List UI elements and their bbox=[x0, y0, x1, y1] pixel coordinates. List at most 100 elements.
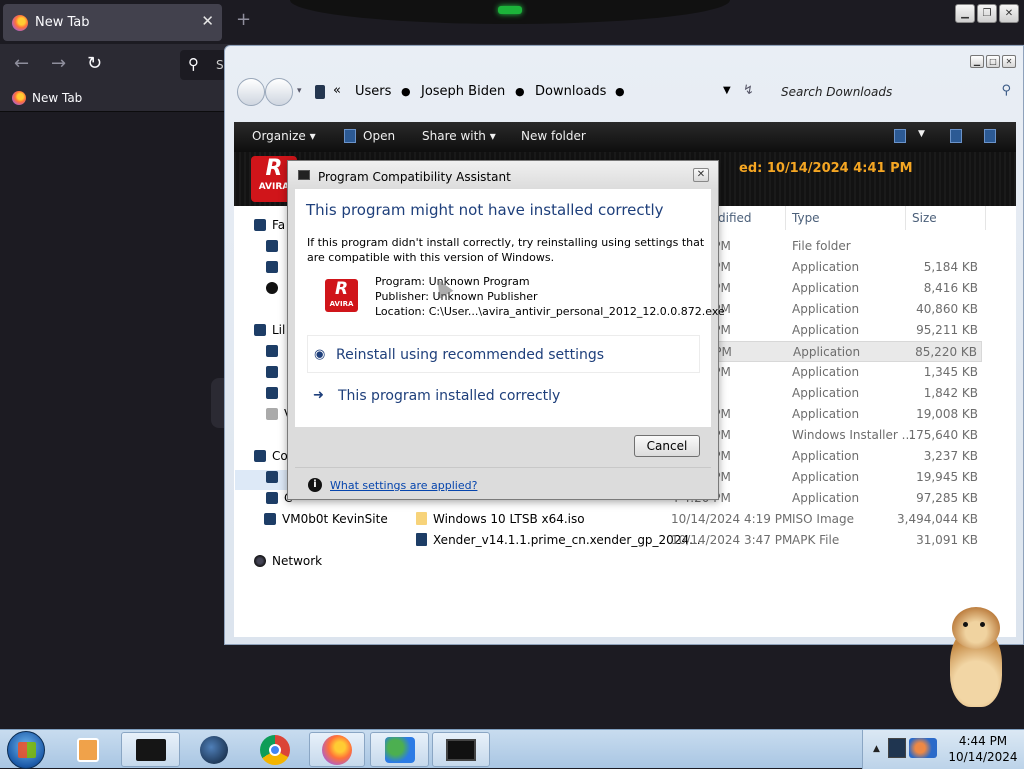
change-view-icon[interactable] bbox=[894, 129, 906, 143]
explorer-maximize-button[interactable]: □ bbox=[986, 55, 1000, 68]
breadcrumb-downloads[interactable]: Downloads bbox=[535, 84, 606, 99]
address-bar[interactable]: « Users ● Joseph Biden ● Downloads ● ▼ ↯ bbox=[309, 77, 769, 107]
file-type: Application bbox=[792, 281, 860, 295]
globe-icon bbox=[266, 282, 278, 294]
column-type[interactable]: Type bbox=[792, 211, 820, 225]
taskbar-chrome[interactable] bbox=[247, 732, 303, 767]
file-type: Application bbox=[793, 345, 861, 359]
media-player-icon bbox=[77, 737, 99, 762]
breadcrumb-users[interactable]: Users bbox=[355, 84, 391, 99]
explorer-minimize-button[interactable]: ▁ bbox=[970, 55, 984, 68]
file-row[interactable]: Xender_v14.1.1.prime_cn.xender_gp_2024..… bbox=[404, 530, 982, 551]
restore-button[interactable]: ❐ bbox=[977, 4, 997, 23]
breadcrumb-separator[interactable]: ● bbox=[515, 85, 525, 98]
organize-button[interactable]: Organize ▾ bbox=[252, 129, 316, 143]
tray-monitor-icon[interactable] bbox=[888, 738, 906, 758]
column-divider[interactable] bbox=[905, 206, 906, 230]
installed-correctly-option[interactable]: ➜ This program installed correctly bbox=[307, 377, 700, 415]
show-hidden-icons-icon[interactable]: ▲ bbox=[873, 744, 880, 754]
file-size: 1,842 KB bbox=[923, 386, 978, 400]
forward-arrow-icon[interactable]: → bbox=[51, 53, 66, 74]
indicator-light bbox=[498, 6, 522, 14]
sidebar-favorite-item[interactable] bbox=[266, 260, 284, 274]
taskbar-user-app[interactable] bbox=[370, 732, 429, 767]
sidebar-library-item[interactable] bbox=[266, 365, 284, 379]
forward-button[interactable] bbox=[265, 78, 293, 106]
file-date-modified: 10/14/2024 3:47 PM bbox=[671, 533, 793, 547]
sidebar-libraries[interactable]: Lil bbox=[254, 323, 285, 337]
explorer-close-button[interactable]: ✕ bbox=[1002, 55, 1016, 68]
sidebar-favorites[interactable]: Fa bbox=[254, 218, 285, 232]
share-with-button[interactable]: Share with ▾ bbox=[422, 129, 496, 143]
breadcrumb-separator[interactable]: ● bbox=[615, 85, 625, 98]
taskbar-network-app[interactable] bbox=[186, 732, 242, 767]
column-divider[interactable] bbox=[785, 206, 786, 230]
avira-program-icon: R AVIRA bbox=[325, 279, 358, 312]
compatibility-dialog: Program Compatibility Assistant ✕ This p… bbox=[287, 160, 725, 500]
start-button[interactable] bbox=[7, 731, 45, 769]
file-row[interactable]: Windows 10 LTSB x64.iso 10/14/2024 4:19 P… bbox=[404, 509, 982, 530]
file-type: Application bbox=[792, 323, 860, 337]
refresh-icon[interactable]: ↯ bbox=[743, 83, 754, 98]
dialog-headline: This program might not have installed co… bbox=[306, 201, 664, 219]
column-size[interactable]: Size bbox=[912, 211, 937, 225]
tab-close-icon[interactable]: ✕ bbox=[201, 12, 214, 30]
address-dropdown-icon[interactable]: ▼ bbox=[723, 85, 731, 96]
view-dropdown-icon[interactable]: ▼ bbox=[918, 129, 925, 139]
notification-area: ▲ 4:44 PM 10/14/2024 bbox=[862, 730, 1024, 769]
sidebar-favorite-item[interactable] bbox=[266, 281, 284, 295]
search-icon: ⚲ bbox=[188, 55, 199, 73]
bookmark-new-tab[interactable]: New Tab bbox=[32, 91, 82, 105]
file-type: Windows Installer ... bbox=[792, 428, 914, 442]
open-button[interactable]: Open bbox=[363, 129, 395, 143]
clock-time[interactable]: 4:44 PM bbox=[943, 734, 1023, 748]
search-icon[interactable]: ⚲ bbox=[1001, 83, 1011, 98]
tray-app-icon[interactable] bbox=[909, 738, 937, 758]
column-date-modified[interactable]: dified bbox=[718, 211, 752, 225]
breadcrumb-separator[interactable]: ● bbox=[401, 85, 411, 98]
tab-new-tab[interactable]: New Tab ✕ bbox=[3, 4, 222, 41]
reinstall-option[interactable]: ◉ Reinstall using recommended settings bbox=[307, 335, 700, 373]
column-divider[interactable] bbox=[985, 206, 986, 230]
taskbar-firefox[interactable] bbox=[309, 732, 365, 767]
sidebar-library-item[interactable] bbox=[266, 386, 284, 400]
dialog-title-bar: Program Compatibility Assistant ✕ bbox=[288, 161, 718, 189]
sidebar-network[interactable]: Network bbox=[254, 554, 322, 568]
date-modified-detail: ed: 10/14/2024 4:41 PM bbox=[739, 161, 913, 176]
sidebar-computer[interactable]: Co bbox=[254, 449, 288, 463]
breadcrumb-user[interactable]: Joseph Biden bbox=[421, 84, 505, 99]
hamster-head bbox=[952, 607, 1000, 649]
taskbar-console[interactable] bbox=[432, 732, 490, 767]
cancel-button[interactable]: Cancel bbox=[634, 435, 700, 457]
recent-pages-dropdown-icon[interactable]: ▾ bbox=[297, 86, 302, 96]
preview-pane-icon[interactable] bbox=[950, 129, 962, 143]
close-button[interactable]: ✕ bbox=[999, 4, 1019, 23]
drive-icon bbox=[266, 471, 278, 483]
search-box[interactable]: Search Downloads ⚲ bbox=[781, 77, 1013, 107]
back-button[interactable] bbox=[237, 78, 265, 106]
sidebar-vm-site[interactable]: VM0b0t KevinSite bbox=[264, 512, 388, 526]
sidebar-library-item[interactable] bbox=[266, 344, 284, 358]
new-folder-button[interactable]: New folder bbox=[521, 129, 586, 143]
back-arrow-icon[interactable]: ← bbox=[14, 53, 29, 74]
file-size: 19,008 KB bbox=[916, 407, 978, 421]
sidebar-favorite-item[interactable] bbox=[266, 239, 284, 253]
reload-icon[interactable]: ↻ bbox=[87, 53, 102, 74]
folder-icon bbox=[266, 261, 278, 273]
file-type: Application bbox=[792, 260, 860, 274]
minimize-button[interactable]: ▁ bbox=[955, 4, 975, 23]
taskbar-explorer[interactable] bbox=[121, 732, 180, 767]
url-bar-text: S bbox=[216, 58, 224, 72]
dialog-close-icon[interactable]: ✕ bbox=[693, 168, 709, 182]
breadcrumb-overflow-icon[interactable]: « bbox=[333, 83, 341, 98]
file-size: 40,860 KB bbox=[916, 302, 978, 316]
help-icon[interactable] bbox=[984, 129, 996, 143]
file-type: Application bbox=[792, 449, 860, 463]
taskbar-media-player[interactable] bbox=[62, 732, 114, 767]
hamster-eye bbox=[980, 622, 985, 627]
clock-date[interactable]: 10/14/2024 bbox=[943, 750, 1023, 764]
new-tab-button[interactable]: + bbox=[236, 9, 251, 30]
hamster-desktop-pet[interactable] bbox=[944, 605, 1006, 710]
settings-help-link[interactable]: What settings are applied? bbox=[330, 479, 477, 492]
file-size: 19,945 KB bbox=[916, 470, 978, 484]
